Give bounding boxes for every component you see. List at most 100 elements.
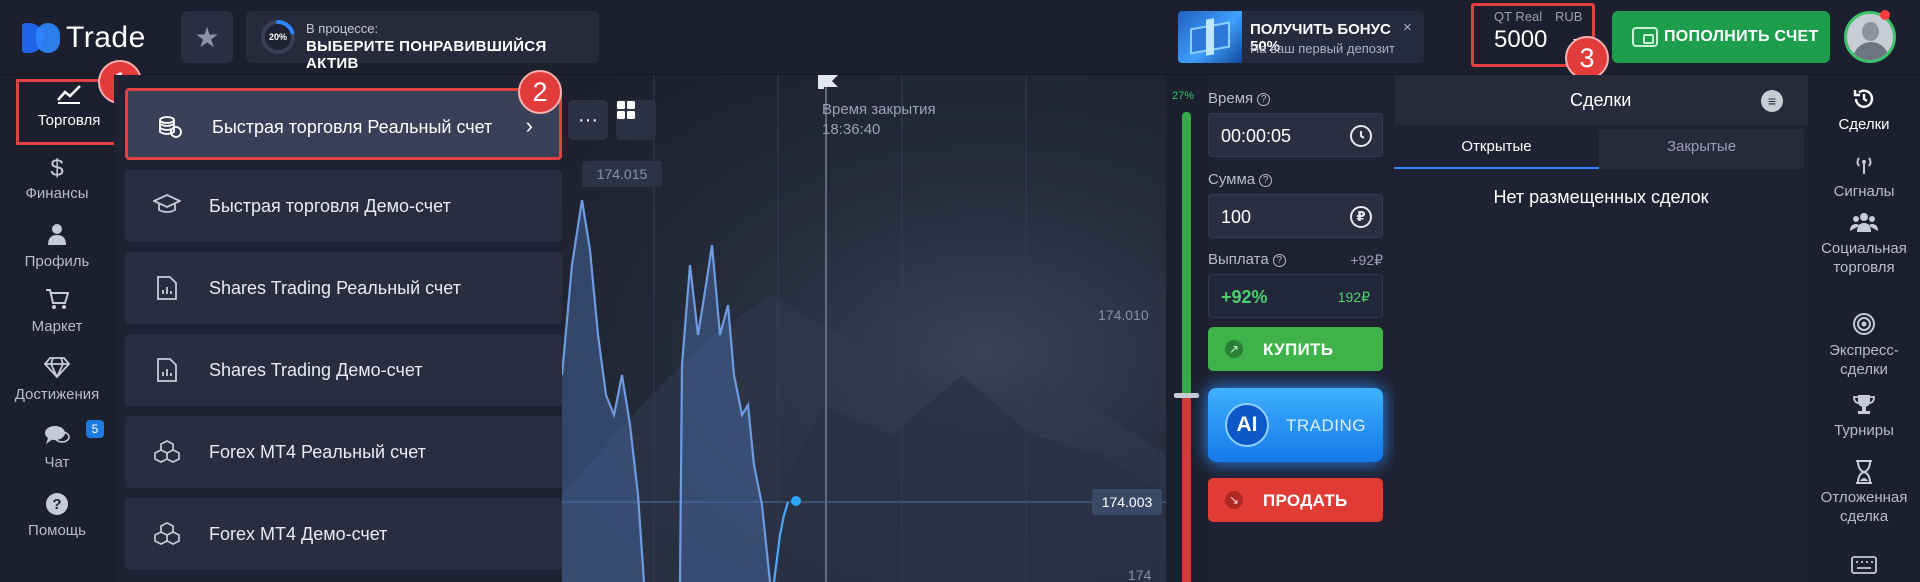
deposit-button[interactable]: ПОПОЛНИТЬ СЧЕТ [1612,11,1830,63]
document-chart-icon [153,357,181,389]
bonus-banner[interactable]: ПОЛУЧИТЬ БОНУС 50% На ваш первый депозит… [1178,11,1424,63]
bonus-subtitle: На ваш первый депозит [1250,41,1395,56]
history-icon [1808,87,1920,115]
time-value: 00:00:05 [1221,126,1292,146]
close-time-value: 18:36:40 [822,121,881,138]
svg-text:?: ? [52,496,61,513]
annotation-marker-3: 3 [1565,36,1609,80]
gift-icon [1178,11,1242,63]
account-label: Forex MT4 Демо-счет [209,524,388,544]
account-label: Shares Trading Реальный счет [209,278,461,298]
tab-open-deals[interactable]: Открытые [1394,129,1599,169]
nav-label: Маркет [31,318,83,335]
onboarding-progress[interactable]: 20% В процессе: ВЫБЕРИТЕ ПОНРАВИВШИЙСЯ А… [246,11,599,72]
nav-label: Торговля [37,112,101,129]
sell-button[interactable]: ↘ ПРОДАТЬ [1208,478,1383,522]
nav-item-pending[interactable]: Отложенная сделка [1808,460,1920,526]
notification-dot [1880,10,1890,20]
ruble-icon[interactable]: ₽ [1350,206,1372,228]
empty-deals-message: Нет размещенных сделок [1493,187,1709,207]
clock-icon[interactable] [1350,125,1372,147]
payout-percent: +92% [1221,287,1268,307]
account-label: Быстрая торговля Реальный счет [212,117,493,137]
current-price-tag: 174.003 [1092,489,1162,515]
price-chart[interactable]: ··· Время закрытия 18:36:40 174.015 174.… [562,75,1166,582]
arrow-up-right-icon: ↗ [1225,340,1243,358]
nav-label: Достижения [14,386,100,403]
amount-label: Сумма? [1208,171,1273,188]
account-item-shares-demo[interactable]: Shares Trading Демо-счет [125,334,562,406]
nav-item-market[interactable]: Маркет [0,288,114,335]
account-label: Быстрая торговля Демо-счет [209,196,451,216]
ai-label: AI [1225,403,1269,447]
nav-item-help[interactable]: ? Помощь [0,492,114,539]
favorites-button[interactable]: ★ [181,11,233,63]
logo[interactable]: Trade [22,18,146,58]
grid-icon [617,101,635,119]
time-label: Время? [1208,90,1271,107]
nav-label: Помощь [28,522,86,539]
more-options-button[interactable]: ··· [568,100,608,140]
nav-item-tournaments[interactable]: Турниры [1808,393,1920,440]
arrow-down-right-icon: ↘ [1225,491,1243,509]
layout-grid-button[interactable] [616,100,656,140]
account-item-quick-demo[interactable]: Быстрая торговля Демо-счет [125,170,562,242]
time-label-text: Время [1208,90,1254,107]
nav-item-profile[interactable]: Профиль [0,223,114,270]
info-icon[interactable]: ? [1259,174,1273,187]
progress-task: ВЫБЕРИТЕ ПОНРАВИВШИЙСЯ АКТИВ [306,38,547,72]
hourglass-icon [1808,460,1920,488]
account-item-forex-demo[interactable]: Forex MT4 Демо-счет [125,498,562,570]
trophy-icon [1808,393,1920,421]
amount-value: 100 [1221,207,1252,227]
deals-header: Сделки ≡ [1394,75,1808,125]
nav-item-express[interactable]: Экспресс-сделки [1808,313,1920,379]
payout-amount: 192₽ [1337,289,1370,305]
chart-canvas [562,75,1166,582]
sentiment-percent: 27% [1172,90,1195,102]
info-icon[interactable]: ? [1257,93,1271,106]
nav-item-keyboard[interactable] [1808,553,1920,581]
list-menu-icon[interactable]: ≡ [1761,90,1783,112]
account-item-quick-real[interactable]: Быстрая торговля Реальный счет › [125,88,562,160]
deals-panel: Сделки ≡ Открытые Закрытые Нет размещенн… [1394,75,1808,582]
group-icon [1808,211,1920,239]
payout-label: Выплата? [1208,251,1286,268]
account-item-shares-real[interactable]: Shares Trading Реальный счет [125,252,562,324]
close-time-label: Время закрытия 18:36:40 [822,100,936,140]
cubes-icon [153,439,181,471]
account-label: Shares Trading Демо-счет [209,360,423,380]
target-icon [1808,313,1920,341]
tab-closed-deals[interactable]: Закрытые [1599,129,1804,169]
account-label: Forex MT4 Реальный счет [209,442,426,462]
nav-item-finance[interactable]: $ Финансы [0,155,114,202]
dots-icon: ··· [578,108,598,131]
currency-label: RUB [1555,9,1583,24]
buy-button[interactable]: ↗ КУПИТЬ [1208,327,1383,371]
amount-label-text: Сумма [1208,171,1256,188]
nav-item-achievements[interactable]: Достижения [0,356,114,403]
amount-input[interactable]: 100 ₽ [1208,194,1383,238]
account-item-forex-real[interactable]: Forex MT4 Реальный счет [125,416,562,488]
buy-label: КУПИТЬ [1263,340,1334,359]
sentiment-bar-up [1182,112,1191,397]
time-input[interactable]: 00:00:05 [1208,113,1383,157]
nav-label: Чат [44,454,70,471]
payout-display: +92% 192₽ [1208,274,1383,318]
logo-icon [22,21,62,55]
graduation-cap-icon [151,193,183,221]
help-icon: ? [0,492,114,520]
ai-trading-label: TRADING [1286,416,1366,435]
left-sidebar: Торговля $ Финансы Профиль Маркет Достиж… [0,75,122,582]
close-icon[interactable]: × [1403,19,1412,36]
nav-item-signals[interactable]: Сигналы [1808,154,1920,201]
payout-label-text: Выплата [1208,251,1269,268]
nav-label: Социальная торговля [1821,240,1907,276]
ai-trading-button[interactable]: AI TRADING [1208,388,1383,462]
nav-item-deals[interactable]: Сделки [1808,87,1920,134]
info-icon[interactable]: ? [1272,254,1286,267]
keyboard-icon [1808,553,1920,581]
progress-status: В процессе: [306,21,379,36]
progress-percent: 20% [268,32,287,42]
nav-item-social[interactable]: Социальная торговля [1808,211,1920,277]
